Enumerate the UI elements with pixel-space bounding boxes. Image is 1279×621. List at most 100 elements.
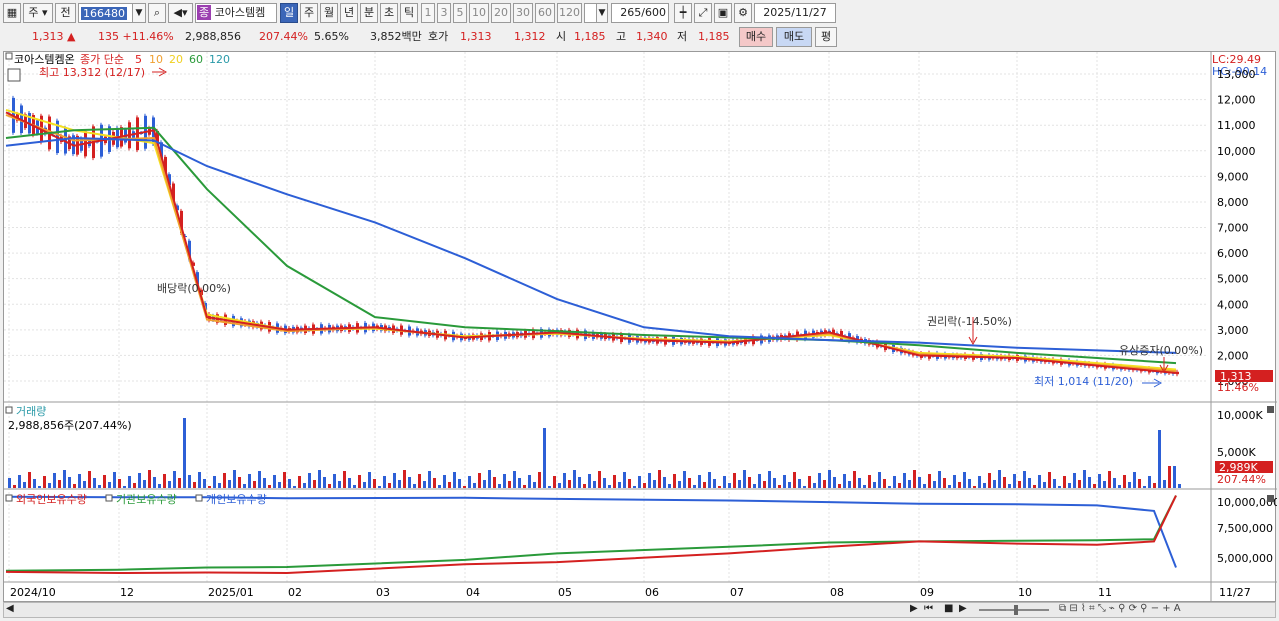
volume-bar — [303, 483, 306, 488]
volume-bar — [103, 475, 106, 488]
layout-icon[interactable]: ▦ — [3, 3, 21, 23]
volume-bar — [1153, 483, 1156, 488]
rewind-icon[interactable]: ⏮ — [924, 603, 933, 614]
volume-bar — [938, 471, 941, 488]
volume-bar — [928, 474, 931, 488]
tab-year[interactable]: 년 — [340, 3, 358, 23]
interval-20[interactable]: 20 — [491, 3, 511, 23]
tool-icons[interactable]: ⧉ ⊟ ⌇ ⌗ ⤡ ⌁ ⚲ ⟳ ⚲ − + A — [1059, 603, 1181, 614]
volume-bar — [483, 480, 486, 488]
x-axis-label: 12 — [120, 586, 134, 599]
volume-bar — [348, 478, 351, 488]
grid-toggle-icon[interactable] — [7, 68, 21, 82]
chevron-down-icon[interactable]: ▼ — [596, 3, 608, 23]
ma-20-line — [5, 108, 1177, 371]
search-icon[interactable]: ⌕ — [148, 3, 166, 23]
tab-month[interactable]: 월 — [320, 3, 338, 23]
volume-bar — [128, 476, 131, 488]
stop-icon[interactable]: ■ — [944, 603, 953, 614]
x-axis-label: 05 — [558, 586, 572, 599]
interval-5[interactable]: 5 — [453, 3, 467, 23]
volume-bar — [148, 470, 151, 488]
volume-bar — [733, 473, 736, 488]
volume-bar — [763, 481, 766, 488]
candle-icon[interactable]: ┿ — [674, 3, 692, 23]
volume-bar — [173, 471, 176, 488]
chart-area[interactable]: 코아스템켐온 종가 단순 5 10 20 60 120 최고 13,312 (1… — [3, 51, 1277, 603]
volume-bar — [553, 476, 556, 488]
volume-bar — [343, 471, 346, 488]
draw-icon[interactable]: ⤢ — [694, 3, 712, 23]
volume-bar — [288, 479, 291, 488]
volume-bar — [1098, 474, 1101, 488]
volume-bar — [138, 473, 141, 488]
ma-5-label: 5 — [135, 53, 142, 66]
volume-bar — [813, 483, 816, 488]
chevron-down-icon[interactable]: ▼ — [132, 3, 146, 23]
period-select[interactable]: 주 ▾ — [23, 3, 53, 23]
data-count-field[interactable]: 265/600 — [611, 3, 669, 23]
scroll-left-icon[interactable]: ◀ — [6, 603, 14, 614]
volume-bar — [578, 477, 581, 488]
volume-bar — [143, 480, 146, 488]
volume-bar — [953, 475, 956, 488]
volume-bar — [738, 480, 741, 488]
buy-button[interactable]: 매수 — [739, 27, 773, 47]
interval-10[interactable]: 10 — [469, 3, 489, 23]
gear-icon[interactable]: ⚙ — [734, 3, 752, 23]
volume-bar — [438, 485, 441, 488]
zoom-slider-handle[interactable] — [1014, 605, 1018, 615]
volume-title: 거래량 — [16, 405, 46, 418]
scroll-right-icon[interactable]: ▶ — [910, 603, 918, 614]
tab-second[interactable]: 초 — [380, 3, 398, 23]
volume-bar — [973, 486, 976, 488]
volume-bar — [638, 476, 641, 488]
volume-bar — [1143, 486, 1146, 488]
forward-icon[interactable]: ▶ — [959, 603, 967, 614]
volume-bar — [773, 478, 776, 488]
date-field[interactable]: 2025/11/27 — [754, 3, 836, 23]
price-tick: 11,000 — [1217, 119, 1256, 132]
eval-button[interactable]: 평 — [815, 27, 837, 47]
speaker-icon[interactable]: ◀▾ — [168, 3, 193, 23]
volume-bar — [968, 479, 971, 488]
volume-bar — [118, 479, 121, 488]
volume-value-text: 2,988,856주(207.44%) — [8, 419, 132, 432]
volume-bar — [628, 479, 631, 488]
price-tick: 6,000 — [1217, 247, 1249, 260]
save-icon[interactable]: ▣ — [714, 3, 732, 23]
interval-120[interactable]: 120 — [557, 3, 582, 23]
tab-minute[interactable]: 분 — [360, 3, 378, 23]
interval-30[interactable]: 30 — [513, 3, 533, 23]
volume-bar — [203, 479, 206, 488]
volume-bar — [1023, 471, 1026, 488]
tab-day[interactable]: 일 — [280, 3, 298, 23]
interval-3[interactable]: 3 — [437, 3, 451, 23]
volume-bar — [33, 479, 36, 488]
tab-tick[interactable]: 틱 — [400, 3, 418, 23]
holdings-tick-5m: 5,000,000 — [1217, 552, 1273, 565]
sell-button[interactable]: 매도 — [776, 27, 812, 47]
volume-bar — [123, 486, 126, 488]
interval-60[interactable]: 60 — [535, 3, 555, 23]
volume-bar — [808, 476, 811, 488]
interval-1[interactable]: 1 — [421, 3, 435, 23]
volume-bar — [698, 475, 701, 488]
volume-bar — [58, 480, 61, 488]
volume-bar — [328, 484, 331, 488]
volume-bar — [83, 481, 86, 488]
volume-bar — [1063, 476, 1066, 488]
volume-bar — [1158, 430, 1161, 488]
volume-bar — [1128, 482, 1131, 488]
volume-bar — [893, 476, 896, 488]
volume-bar — [383, 476, 386, 488]
stock-name-field[interactable]: 종 코아스템켐 — [195, 3, 277, 23]
chart-scrollbar[interactable]: ◀ ▶ ⏮ ■ ▶ ⧉ ⊟ ⌇ ⌗ ⤡ ⌁ ⚲ ⟳ ⚲ − + A — [3, 602, 1276, 618]
volume-bar — [878, 472, 881, 488]
volume-bar — [453, 472, 456, 488]
volume-bar — [1038, 475, 1041, 488]
price-tick: 5,000 — [1217, 273, 1249, 286]
prev-button[interactable]: 전 — [55, 3, 76, 23]
tab-week[interactable]: 주 — [300, 3, 318, 23]
volume-bar — [803, 486, 806, 488]
